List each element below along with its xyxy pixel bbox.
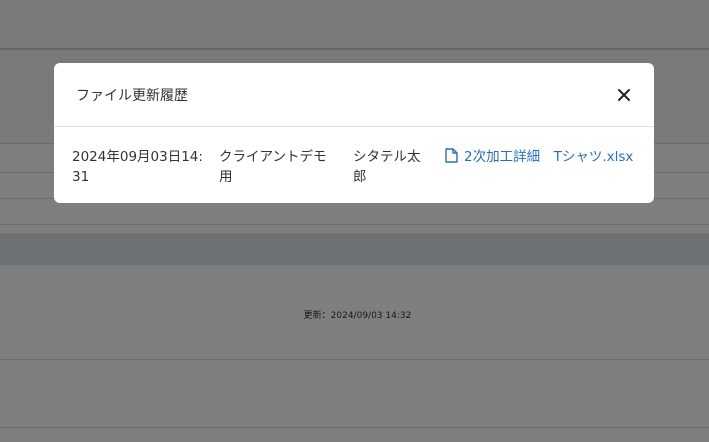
close-button[interactable] — [612, 83, 636, 107]
close-icon — [612, 83, 636, 107]
history-file-link[interactable]: 2次加工詳細 Tシャツ.xlsx — [445, 147, 642, 167]
history-client: クライアントデモ用 — [219, 149, 327, 185]
file-history-modal: ファイル更新履歴 2024年09月03日14:31 クライアントデモ用 シタテル… — [54, 63, 654, 203]
file-icon — [445, 148, 458, 163]
modal-title: ファイル更新履歴 — [76, 88, 188, 104]
modal-header: ファイル更新履歴 — [54, 63, 654, 127]
history-datetime: 2024年09月03日14:31 — [72, 149, 203, 185]
modal-body: 2024年09月03日14:31 クライアントデモ用 シタテル太郎 2次加工詳細… — [54, 127, 654, 203]
history-user: シタテル太郎 — [353, 149, 421, 185]
history-file-name: 2次加工詳細 Tシャツ.xlsx — [464, 149, 634, 165]
